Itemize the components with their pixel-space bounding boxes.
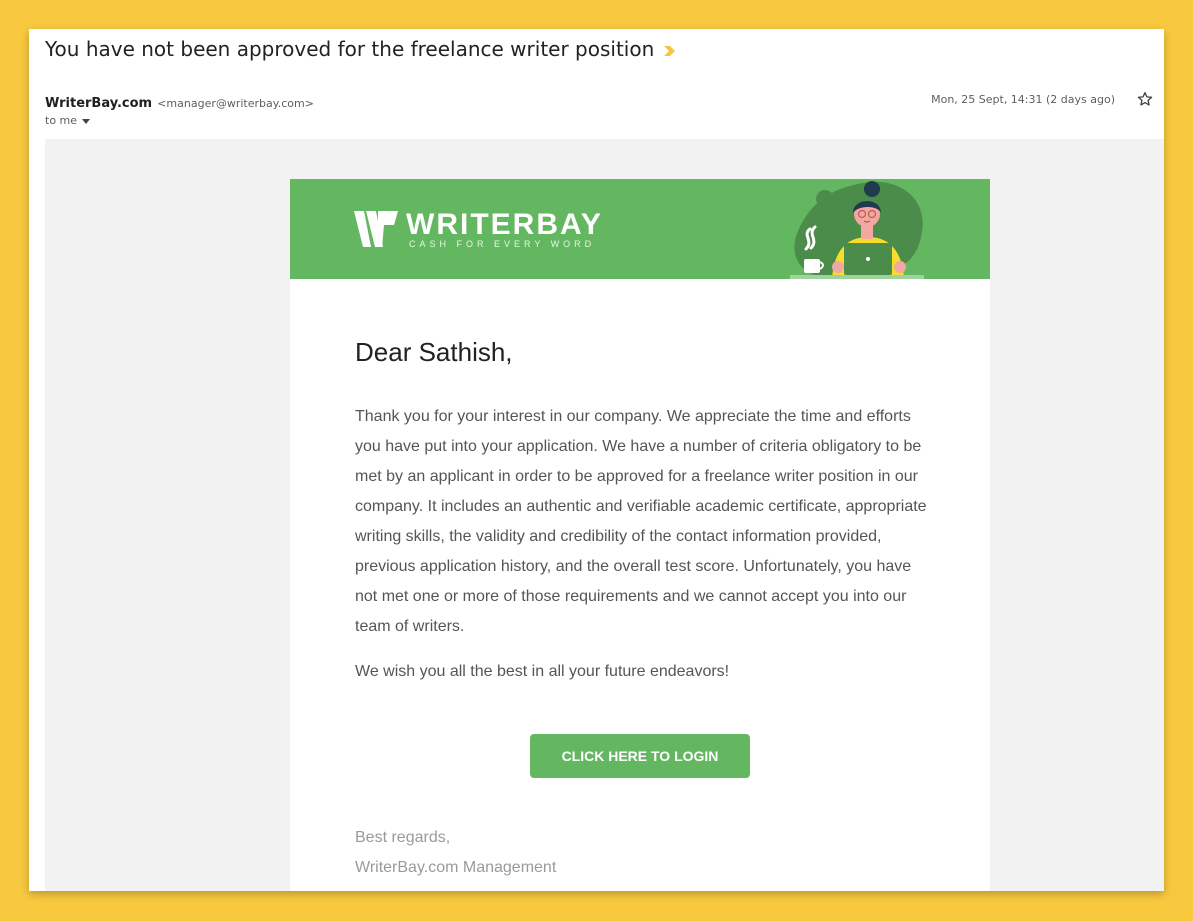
email-subject: You have not been approved for the freel… (45, 35, 676, 63)
brand-tagline: CASH FOR EVERY WORD (409, 239, 596, 249)
writer-at-laptop-illustration (790, 181, 924, 279)
sender-email: <manager@writerbay.com> (157, 97, 314, 110)
email-body-background: WRITERBAY CASH FOR EVERY WORD Dear Sathi… (45, 139, 1164, 891)
writerbay-banner: WRITERBAY CASH FOR EVERY WORD (290, 179, 990, 279)
signature: WriterBay.com Management (355, 859, 557, 876)
rejection-message: Thank you for your interest in our compa… (355, 408, 927, 635)
signature-block: Best regards, WriterBay.com Management (355, 823, 556, 883)
chevron-down-icon[interactable] (82, 118, 91, 124)
email-view: You have not been approved for the freel… (29, 29, 1164, 891)
signoff: Best regards, (355, 829, 451, 846)
brand-name: WRITERBAY (406, 208, 603, 241)
greeting: Dear Sathish, (355, 337, 513, 367)
importance-marker-icon[interactable] (664, 35, 676, 63)
star-icon[interactable] (1137, 91, 1153, 112)
sender-name[interactable]: WriterBay.com (45, 96, 152, 111)
email-body: WRITERBAY CASH FOR EVERY WORD Dear Sathi… (290, 179, 990, 891)
login-button[interactable]: CLICK HERE TO LOGIN (530, 734, 750, 778)
writerbay-logo-icon (354, 211, 398, 247)
sender-info: WriterBay.com <manager@writerbay.com> (45, 92, 314, 111)
email-subject-text: You have not been approved for the freel… (45, 37, 655, 61)
closing-wish: We wish you all the best in all your fut… (355, 663, 730, 680)
recipient-label: to me (45, 114, 78, 127)
email-date: Mon, 25 Sept, 14:31 (2 days ago) (931, 93, 1115, 106)
recipient-details-toggle[interactable]: to me (45, 114, 91, 127)
